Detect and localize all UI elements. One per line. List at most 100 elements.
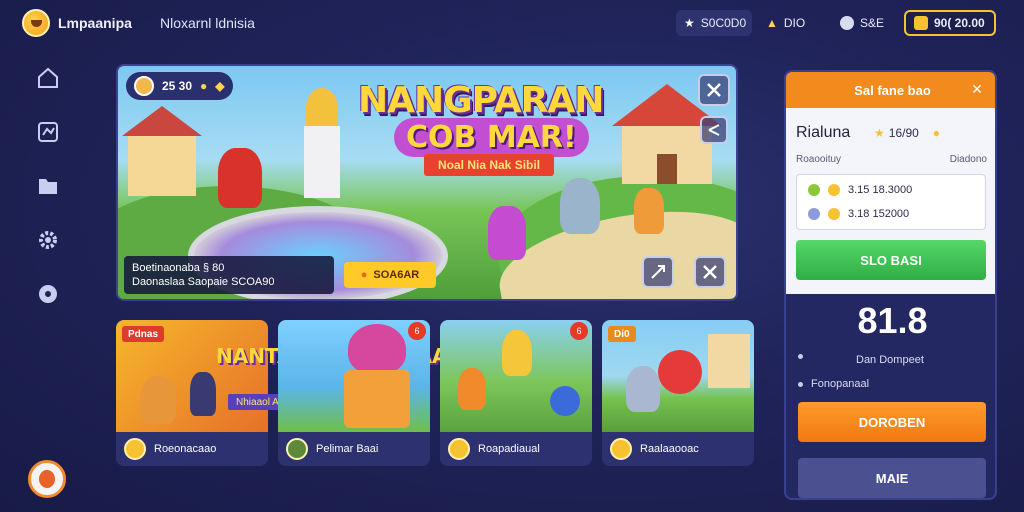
banner-ribbon: Noal Nia Nak Sibil [424,154,555,176]
card-label: Roapadiaual [478,443,540,455]
coin-icon [610,438,632,460]
coin-icon [828,184,840,196]
user-avatar[interactable] [28,460,66,498]
stat-row-2: 3.18 152000 [808,208,909,220]
coin-icon: ● [360,269,368,281]
coin-icon [448,438,470,460]
coin-icon [124,438,146,460]
disc-icon[interactable] [36,282,60,306]
banner-cta-button[interactable]: ● SOA6AR [344,262,436,288]
banner-title: NANGPARAN [358,80,604,121]
nav-title[interactable]: Nloxarnl ldnisia [160,15,255,31]
big-number: 81.8 [857,300,928,341]
profile-pill[interactable]: S&E [832,10,898,36]
stars-pill[interactable]: ★ S0C0D0 [676,10,752,36]
card-footer: Roeonacaao [116,432,268,466]
player-score: ★ 16/90 ● [874,126,940,140]
sidebar [0,46,96,512]
panel-header: Sal fane bao [786,72,995,108]
girl-character [488,206,526,260]
card-label: Roeonacaao [154,443,217,455]
banner-info: Boetinaonaba § 80 Daonaslaa Saopaie SCOA… [124,256,334,294]
top-bar: Lmpaanipa Nloxarnl ldnisia ★ S0C0D0 ▲ DI… [0,0,1024,46]
stars-value: S0C0D0 [700,16,747,30]
fullscreen-icon[interactable] [642,256,674,288]
info-line-1: Boetinaonaba § 80 [132,262,225,274]
app-logo[interactable] [22,9,50,37]
secondary-button[interactable]: MAIE [798,458,986,498]
card-art [278,320,430,432]
detail-row-2: Fonopanaal [798,378,869,390]
stat-row-1: 3.15 18.3000 [808,184,912,196]
player-avatar [134,76,154,96]
panel-title: Sal fane bao [854,82,931,98]
bullet-icon [798,354,803,359]
coin-icon [914,16,928,30]
card-badge: 6 [570,322,588,340]
alert-icon: ▲ [766,16,778,30]
coins-pill[interactable]: 90( 20.00 [904,10,996,36]
app-name: Lmpaanipa [58,15,132,31]
cat-character [560,178,600,234]
card-label: Pelimar Baai [316,443,379,455]
hero-character [218,148,262,208]
notifications-value: DIO [783,16,806,30]
share-icon[interactable] [700,116,728,144]
player-name: Rialuna [796,124,851,141]
games-icon[interactable] [36,120,60,144]
stats-box [796,174,986,230]
user-icon [840,16,854,30]
detail-1-text: Dan Dompeet [856,354,924,366]
detail-row-1: Dan Dompeet [856,354,924,366]
dismiss-icon[interactable] [694,256,726,288]
card-footer: Raalaaooac [602,432,754,466]
home-icon[interactable] [36,66,60,90]
game-card[interactable]: 6 Roapadiaual [440,320,592,466]
profile-value: S&E [860,16,885,30]
shield-icon [808,208,820,220]
card-footer: Pelimar Baai [278,432,430,466]
card-art [440,320,592,432]
card-tag: Pdnas [122,326,165,342]
detail-2-text: Fonopanaal [811,378,870,390]
label-right: Diadono [949,154,987,165]
close-icon[interactable] [698,74,730,106]
card-label: Raalaaooac [640,443,699,455]
settings-icon[interactable] [36,228,60,252]
stat-row-1-value: 3.15 18.3000 [848,184,913,196]
folder-icon[interactable] [36,174,60,198]
card-tag: Di0 [608,326,636,342]
info-line-2: Daonaslaa Saopaie SCOA90 [132,276,275,288]
game-card[interactable]: Di0 Raalaaooac [602,320,754,466]
close-icon[interactable]: ✕ [969,81,985,97]
star-icon: ★ [684,16,695,30]
primary-button[interactable]: DOROBEN [798,402,986,442]
notifications-pill[interactable]: ▲ DIO [758,10,828,36]
game-card[interactable]: 6 Pelimar Baai [278,320,430,466]
boy-character [634,188,664,234]
player-stats[interactable]: 25 30 ● ◆ [126,72,233,100]
avatar-icon [286,438,308,460]
coin-icon: ● [932,126,941,140]
stats-value: 25 30 [162,79,193,93]
coin-icon [828,208,840,220]
score-value: 16/90 [888,126,919,140]
bullet-icon [798,381,803,387]
star-icon: ★ [874,126,885,140]
stat-row-2-value: 3.18 152000 [848,208,910,220]
card-badge: 6 [408,322,426,340]
check-icon [808,184,820,196]
detail-panel: Sal fane bao ✕ Rialuna ★ 16/90 ● Roaooit… [784,70,997,500]
card-footer: Roapadiaual [440,432,592,466]
left-house [122,106,202,206]
player-card: Rialuna ★ 16/90 ● Roaooituy Diadono 3.15… [786,108,995,294]
featured-banner[interactable]: 25 30 ● ◆ NANGPARAN COB MAR! Noal Nia Na… [116,64,738,301]
gem-icon: ◆ [215,79,225,93]
tower [300,88,344,198]
cta-label: SOA6AR [373,269,420,281]
banner-subtitle: COB MAR! [394,118,589,157]
bolt-icon: ● [200,79,208,93]
game-card[interactable]: Pdnas Roeonacaao [116,320,268,466]
coins-value: 90( 20.00 [934,16,985,30]
green-action-button[interactable]: SLO BASI [796,240,986,280]
